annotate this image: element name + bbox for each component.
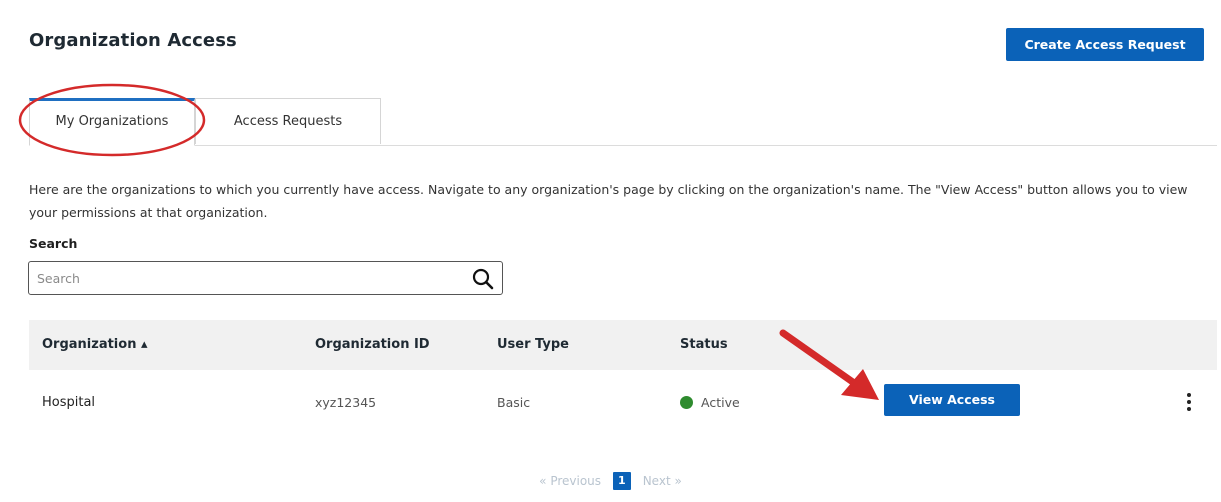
- search-box: [28, 261, 503, 295]
- organization-name-link[interactable]: Hospital: [42, 370, 95, 436]
- status-label: Active: [701, 395, 740, 410]
- page-description: Here are the organizations to which you …: [29, 182, 1188, 220]
- search-input[interactable]: [29, 262, 459, 294]
- tab-bar: My Organizations Access Requests: [29, 98, 1217, 146]
- column-header-organization[interactable]: Organization ▴: [42, 320, 148, 370]
- search-label: Search: [29, 236, 78, 251]
- column-header-user-type: User Type: [497, 337, 569, 352]
- table-header: Organization ▴ Organization ID User Type…: [29, 320, 1217, 370]
- pagination-current-page[interactable]: 1: [612, 472, 631, 490]
- page-title: Organization Access: [29, 30, 237, 51]
- view-access-button[interactable]: View Access: [884, 384, 1020, 416]
- column-header-organization-id: Organization ID: [315, 337, 430, 352]
- tab-my-organizations[interactable]: My Organizations: [29, 98, 195, 146]
- pagination-next[interactable]: Next »: [643, 474, 682, 488]
- pagination: « Previous 1 Next »: [0, 472, 1221, 494]
- tab-access-requests[interactable]: Access Requests: [195, 98, 381, 144]
- kebab-icon[interactable]: [1184, 391, 1194, 413]
- table-row: Hospital xyz12345 Basic Active View Acce…: [29, 370, 1217, 436]
- status-active-indicator: [680, 396, 693, 409]
- status-cell: Active: [680, 370, 740, 436]
- column-header-status: Status: [680, 337, 728, 352]
- user-type-cell: Basic: [497, 395, 531, 410]
- create-access-request-button[interactable]: Create Access Request: [1006, 28, 1204, 61]
- pagination-previous[interactable]: « Previous: [539, 474, 601, 488]
- search-icon[interactable]: [472, 268, 494, 290]
- organization-id-cell: xyz12345: [315, 395, 377, 410]
